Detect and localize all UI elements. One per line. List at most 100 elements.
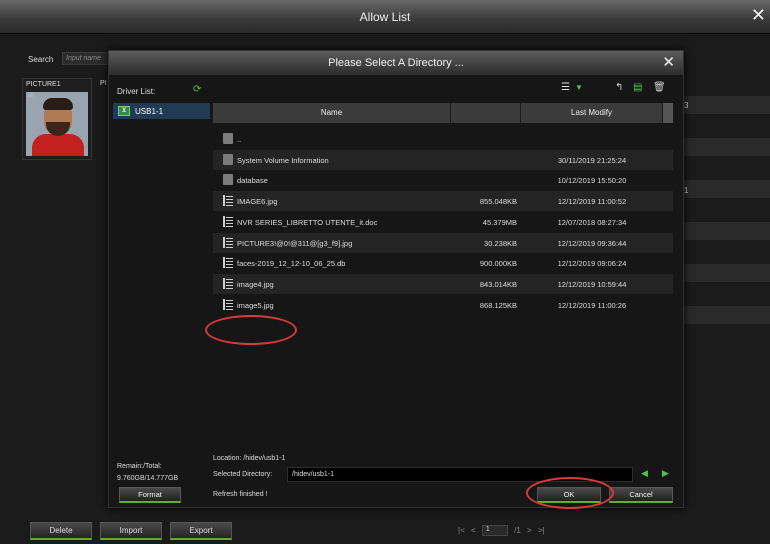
pager: |< < 1 /1 > >| [458,525,549,536]
format-button[interactable]: Format [119,487,181,503]
file-browser: ☰ ▼ ↰ ▤ 🗑 Name Last Modify .. System Volu… [213,79,681,449]
picture-name: PICTURE1 [26,81,61,88]
file-size: 843.014KB [479,279,517,289]
next-page-button[interactable]: > [527,526,532,535]
file-last-modify: 10/12/2019 15:50:20 [557,176,627,186]
file-icon [223,236,233,248]
export-button[interactable]: Export [170,522,232,540]
file-icon [223,257,233,269]
folder-icon [223,133,233,144]
file-row[interactable]: image4.jpg 843.014KB 12/12/2019 10:59:44 [213,273,673,294]
file-name: IMAGE6.jpg [237,197,278,207]
file-row[interactable]: faces-2019_12_12-10_06_25.db 900.000KB 12/… [213,253,673,273]
picture-name-2: PI [100,80,107,87]
import-button[interactable]: Import [100,522,162,540]
file-last-modify: 12/12/2019 11:00:52 [557,197,627,207]
file-last-modify: 12/12/2019 11:00:26 [557,300,627,310]
picture-tag: All [27,93,34,99]
next-arrow-icon[interactable]: ▶ [662,468,669,479]
list-row-bar [684,96,770,114]
last-page-button[interactable]: >| [538,526,545,535]
dropdown-icon[interactable]: ▼ [575,81,583,95]
file-name: image5.jpg [237,300,274,310]
page-input[interactable]: 1 [481,525,508,536]
file-name: .. [237,135,242,144]
file-last-modify: 12/12/2019 09:06:24 [557,259,627,269]
allow-list-titlebar: Allow List ✕ [0,0,770,34]
list-view-icon[interactable]: ☰ [561,81,570,95]
file-icon [223,195,233,207]
list-value: 3 [684,101,689,110]
close-icon[interactable]: ✕ [751,6,766,24]
delete-icon[interactable]: 🗑 [653,81,666,95]
refresh-icon[interactable]: ⟳ [193,84,201,95]
file-icon [223,215,233,227]
file-table-header: Name Last Modify [213,103,673,123]
highlight-annotation [526,477,614,509]
prev-arrow-icon[interactable]: ◀ [641,468,648,479]
scrollbar[interactable] [663,103,673,123]
column-header-last-modify[interactable]: Last Modify [521,103,663,123]
file-icon [223,277,233,289]
driver-panel: Driver List: ⟳ ⊻ USB1-1 [113,81,210,485]
file-name: faces-2019_12_12-10_06_25.db [237,259,346,269]
file-size: 900.000KB [479,259,517,269]
folder-icon [223,174,233,186]
file-row[interactable]: IMAGE6.jpg 855.048KB 12/12/2019 11:00:52 [213,191,673,212]
back-icon[interactable]: ↰ [615,81,623,95]
prev-page-button[interactable]: < [471,526,476,535]
list-row-bar [684,222,770,240]
list-value: 1 [684,186,689,195]
driver-item-label: USB1-1 [135,107,164,116]
dialog-titlebar: Please Select A Directory ... ✕ [109,51,683,75]
list-row-bar [684,306,770,324]
search-input[interactable]: Input name [62,52,112,65]
status-text: Refresh finished ! [213,491,268,498]
file-size: 868.125KB [479,300,517,310]
file-size: 30.238KB [484,238,517,248]
delete-button[interactable]: Delete [30,522,92,540]
file-row[interactable]: PICTURE3!@0!@311@[g3_f9].jpg 30.238KB 12/1… [213,232,673,253]
new-folder-icon[interactable]: ▤ [633,81,642,95]
picture-thumbnail [26,92,88,156]
remain-label: Remain:/Total: [117,463,162,470]
file-toolbar: ☰ ▼ ↰ ▤ 🗑 [555,81,675,97]
file-name: System Volume Information [237,155,329,165]
file-last-modify: 12/12/2019 09:36:44 [557,238,627,248]
remain-value: 9.760GB/14.777GB [117,475,179,482]
file-last-modify: 30/11/2019 21:25:24 [557,155,627,165]
file-last-modify: 12/07/2018 08:27:34 [557,217,627,227]
folder-icon [223,153,233,165]
file-name: PICTURE3!@0!@311@[g3_f9].jpg [237,238,353,248]
file-icon [223,298,233,310]
usb-drive-icon: ⊻ [118,106,130,116]
picture-card[interactable]: PICTURE1 All [22,78,92,160]
selected-directory-label: Selected Directory: [213,471,273,478]
list-row-bar [684,264,770,282]
close-icon[interactable]: ✕ [662,54,675,71]
column-header-name[interactable]: Name [213,103,451,123]
first-page-button[interactable]: |< [458,526,465,535]
file-row[interactable]: image5.jpg 868.125KB 12/12/2019 11:00:26 [213,295,673,315]
file-last-modify: 12/12/2019 10:59:44 [557,279,627,289]
highlight-annotation [205,315,297,345]
driver-list-label: Driver List: [117,87,156,96]
file-size: 855.048KB [479,197,517,207]
file-row[interactable]: database 10/12/2019 15:50:20 [213,170,673,190]
list-row-bar [684,138,770,156]
dialog-title: Please Select A Directory ... [328,57,464,69]
select-directory-dialog: Please Select A Directory ... ✕ Driver L… [108,50,684,509]
location-path: Location: /hidev/usb1-1 [213,455,286,462]
driver-item-usb[interactable]: ⊻ USB1-1 [113,103,210,119]
search-label: Search [28,55,54,64]
file-name: NVR SERIES_LIBRETTO UTENTE_it.doc [237,217,378,227]
column-header-size[interactable] [451,103,521,123]
file-row[interactable]: NVR SERIES_LIBRETTO UTENTE_it.doc 45.379M… [213,212,673,232]
file-size: 45.379MB [482,217,517,227]
allow-list-title: Allow List [359,10,411,24]
file-row[interactable]: System Volume Information 30/11/2019 21:2… [213,149,673,170]
cancel-button[interactable]: Cancel [609,487,673,503]
file-name: image4.jpg [237,279,274,289]
file-row[interactable]: .. [213,129,673,149]
file-name: database [237,176,268,186]
